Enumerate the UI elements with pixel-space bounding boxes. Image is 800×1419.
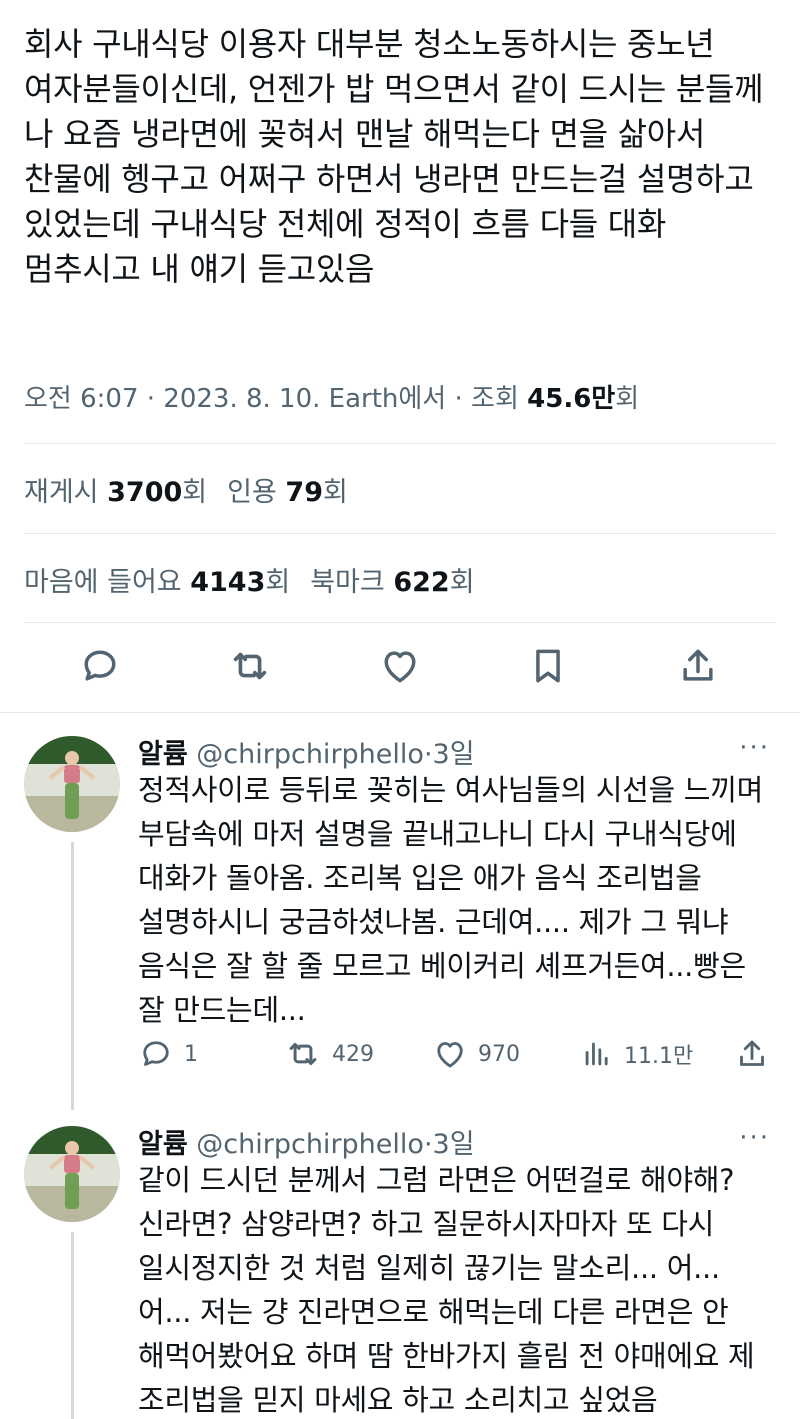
avatar-image [24, 736, 120, 832]
reply-timestamp[interactable]: 3일 [433, 739, 475, 770]
share-button[interactable] [672, 640, 724, 692]
separator-dot: · [423, 739, 433, 770]
bookmarks-stat[interactable]: 북마크 622회 [310, 567, 474, 598]
reply-author-handle[interactable]: @chirpchirphello [196, 739, 424, 770]
thread-line [71, 1232, 74, 1419]
separator-dot: · [423, 1129, 433, 1160]
tweet-text: 회사 구내식당 이용자 대부분 청소노동하시는 중노년 여자분들이신데, 언젠가… [24, 25, 764, 288]
reply-timestamp[interactable]: 3일 [433, 1129, 475, 1160]
reply-text: 같이 드시던 분께서 그럼 라면은 어떤걸로 해야해? 신라면? 삼양라면? 하… [138, 1163, 755, 1417]
reply-reply-button[interactable]: 1 [138, 1034, 198, 1074]
reply-count: 1 [184, 1041, 198, 1067]
reply-repost-button[interactable]: 429 [284, 1034, 374, 1074]
bookmarks-count: 622 [393, 567, 450, 598]
avatar-image [24, 1126, 120, 1222]
share-icon [683, 649, 713, 681]
reply-button[interactable] [74, 640, 126, 692]
repost-icon [289, 1042, 317, 1066]
likes-stat[interactable]: 마음에 들어요 4143회 [24, 567, 290, 598]
reply-author-handle[interactable]: @chirpchirphello [196, 1129, 424, 1160]
tweet-meta: 오전 6:07 · 2023. 8. 10. Earth에서 · 조회 45.6… [24, 378, 639, 415]
avatar[interactable] [24, 736, 120, 832]
share-icon [740, 1040, 764, 1066]
reply-share-button[interactable] [734, 1034, 770, 1074]
stat-row-likes: 마음에 들어요 4143회 북마크 622회 [24, 560, 475, 599]
more-options-icon[interactable]: ··· [739, 1123, 770, 1153]
bookmark-button[interactable] [522, 640, 574, 692]
more-options-icon[interactable]: ··· [739, 733, 770, 763]
reply-author-name[interactable]: 알륨 [138, 739, 188, 770]
reposts-count: 3700 [107, 477, 183, 508]
reply-action-bar: 1 429 970 11.1만 [138, 1034, 778, 1074]
reply-icon [84, 650, 116, 681]
thread-line [71, 842, 74, 1110]
like-icon [384, 651, 416, 683]
avatar[interactable] [24, 1126, 120, 1222]
views-count: 11.1만 [624, 1044, 694, 1069]
divider [24, 443, 776, 444]
bookmark-icon [536, 649, 560, 683]
reposts-stat[interactable]: 재게시 3700회 [24, 477, 207, 508]
divider [0, 712, 800, 713]
like-icon [437, 1042, 463, 1068]
likes-count: 4143 [190, 567, 266, 598]
tweet-meta-prefix: 오전 6:07 · 2023. 8. 10. Earth에서 · 조회 [24, 384, 528, 414]
quotes-stat[interactable]: 인용 79회 [227, 477, 348, 508]
tweet-views: 45.6만 [527, 384, 616, 414]
like-button[interactable] [374, 640, 426, 692]
repost-button[interactable] [224, 640, 276, 692]
reply-header: 알륨 @chirpchirphello·3일 [138, 732, 475, 771]
stat-row-reposts: 재게시 3700회 인용 79회 [24, 470, 348, 509]
tweet-views-suffix: 회 [615, 384, 640, 414]
like-count: 970 [478, 1041, 520, 1067]
reply-like-button[interactable]: 970 [432, 1034, 520, 1074]
repost-count: 429 [332, 1041, 374, 1067]
quotes-count: 79 [285, 477, 323, 508]
repost-icon [233, 652, 267, 680]
divider [24, 622, 776, 623]
divider [24, 533, 776, 534]
reply-icon [143, 1041, 169, 1066]
tweet-action-bar [0, 640, 800, 692]
reply-views-button[interactable]: 11.1만 [580, 1034, 693, 1074]
reply-text: 정적사이로 등뒤로 꽂히는 여사님들의 시선을 느끼며 부담속에 마저 설명을 … [138, 773, 763, 1027]
reply-header: 알륨 @chirpchirphello·3일 [138, 1122, 475, 1161]
views-icon [585, 1042, 608, 1066]
reply-author-name[interactable]: 알륨 [138, 1129, 188, 1160]
